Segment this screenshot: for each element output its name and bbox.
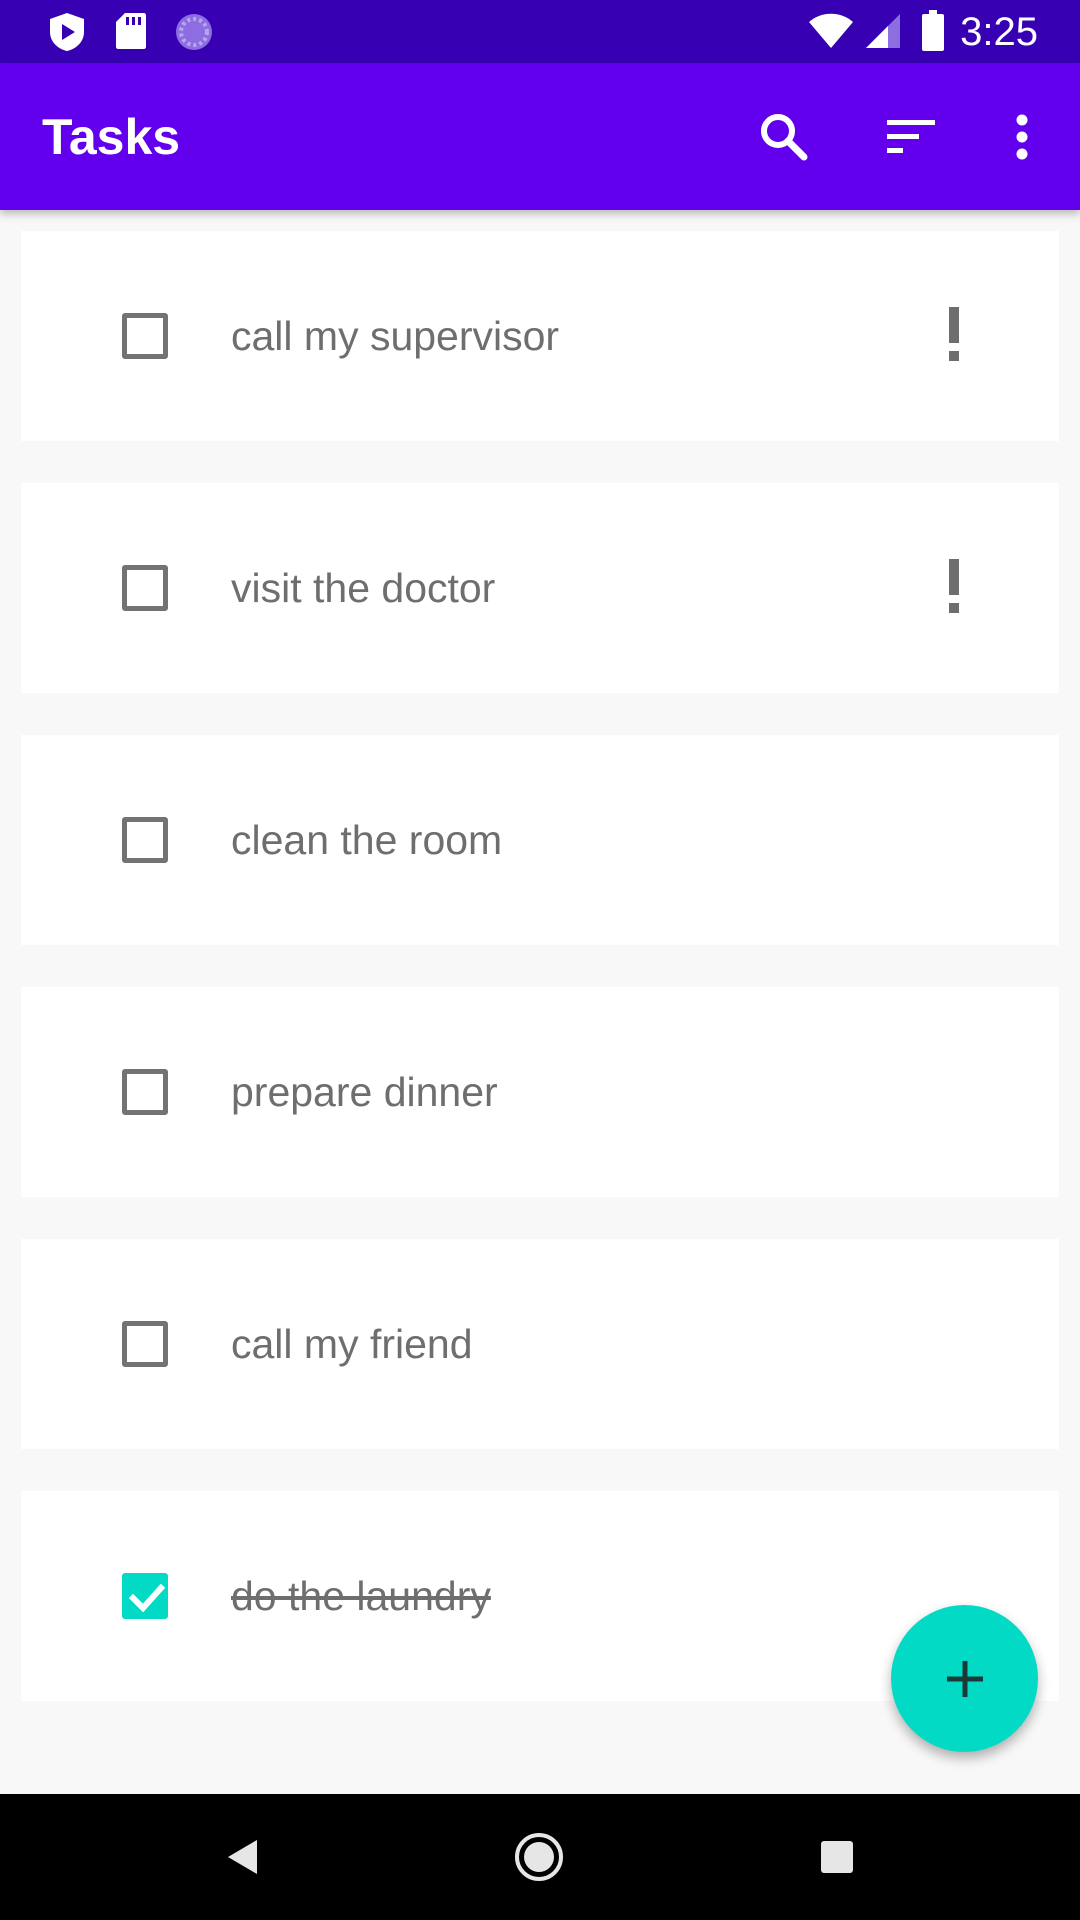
more-vert-icon (1016, 114, 1028, 160)
task-checkbox[interactable] (122, 565, 168, 611)
task-item[interactable]: prepare dinner (21, 987, 1059, 1197)
add-icon (946, 1660, 983, 1697)
battery-icon (922, 10, 944, 51)
back-button[interactable] (212, 1827, 272, 1887)
screen: 3:25 Tasks call my supervisor visit the … (0, 0, 1080, 1920)
home-icon (515, 1833, 563, 1881)
app-bar: Tasks (0, 63, 1080, 210)
recents-icon (821, 1841, 853, 1873)
task-checkbox[interactable] (122, 313, 168, 359)
priority-high-icon (949, 307, 959, 361)
task-item[interactable]: call my friend (21, 1239, 1059, 1449)
task-label: clean the room (231, 817, 503, 863)
home-button[interactable] (509, 1827, 569, 1887)
task-item[interactable]: visit the doctor (21, 483, 1059, 693)
priority-high-icon (949, 559, 959, 613)
task-label: call my friend (231, 1321, 473, 1367)
shield-play-icon (50, 13, 84, 51)
back-icon (228, 1840, 257, 1874)
task-checkbox[interactable] (122, 1069, 168, 1115)
task-label: visit the doctor (231, 565, 496, 611)
wifi-icon (809, 13, 853, 48)
navigation-bar (0, 1794, 1080, 1920)
recents-button[interactable] (807, 1827, 867, 1887)
page-title: Tasks (42, 109, 181, 165)
add-task-button[interactable] (891, 1605, 1038, 1752)
task-item[interactable]: clean the room (21, 735, 1059, 945)
sync-circle-icon (176, 14, 212, 50)
search-icon (761, 114, 808, 161)
task-checkbox[interactable] (122, 817, 168, 863)
sort-button[interactable] (873, 99, 949, 175)
status-bar: 3:25 (0, 0, 1080, 63)
task-item[interactable]: call my supervisor (21, 231, 1059, 441)
task-label: prepare dinner (231, 1069, 498, 1115)
sort-icon (887, 120, 935, 153)
sd-card-icon (116, 13, 146, 49)
check-icon (128, 1583, 166, 1613)
task-label: do the laundry (231, 1573, 491, 1619)
signal-icon (866, 14, 900, 48)
task-checkbox[interactable] (122, 1573, 168, 1619)
task-label: call my supervisor (231, 313, 560, 359)
search-button[interactable] (746, 99, 822, 175)
more-options-button[interactable] (984, 99, 1060, 175)
task-checkbox[interactable] (122, 1321, 168, 1367)
status-time: 3:25 (960, 10, 1038, 54)
